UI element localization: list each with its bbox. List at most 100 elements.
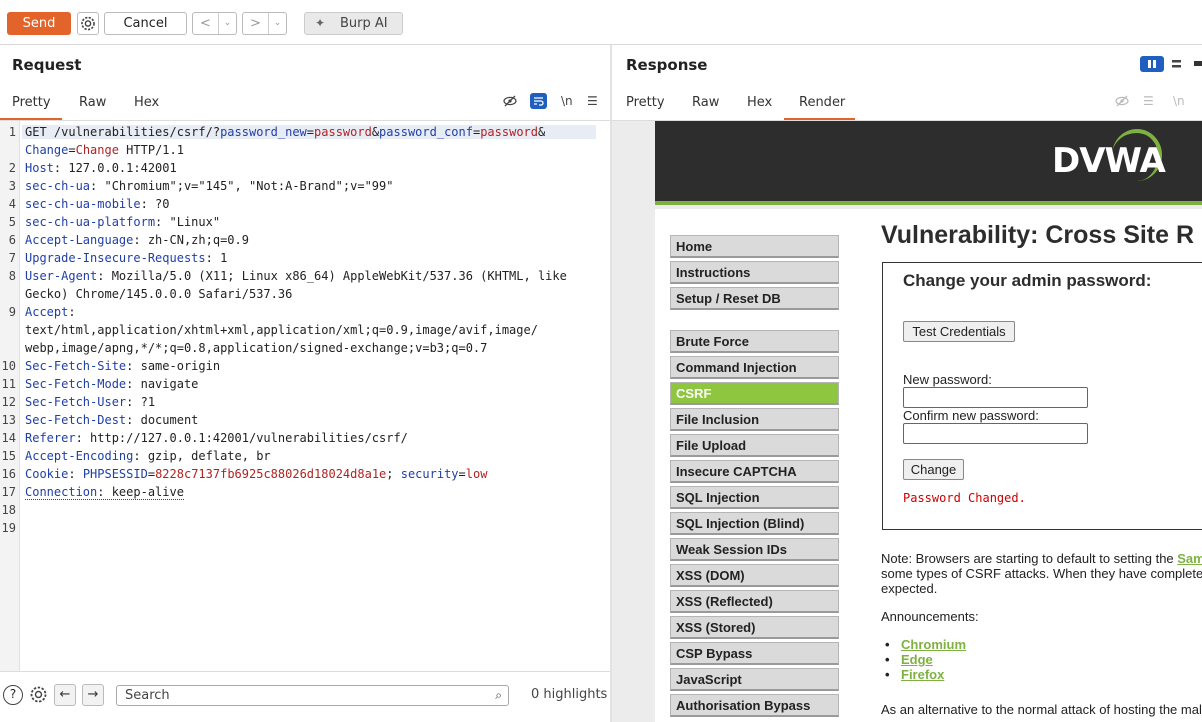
tab-hex-response[interactable]: Hex [747,95,772,110]
link-firefox[interactable]: Firefox [885,667,944,682]
menu-xss-stored[interactable]: XSS (Stored) [670,616,839,639]
menu-command-injection[interactable]: Command Injection [670,356,839,379]
line-number: 4 [8,197,16,211]
line-number: 15 [1,449,16,463]
link-edge[interactable]: Edge [885,652,933,667]
eye-off-icon-disabled [1115,94,1129,111]
request-title: Request [12,56,82,74]
tab-raw-request[interactable]: Raw [79,95,106,110]
menu-javascript[interactable]: JavaScript [670,668,839,691]
line-number: 9 [8,305,16,319]
note-line-3: expected. [881,581,938,596]
link-chromium[interactable]: Chromium [885,637,966,652]
tab-render-response[interactable]: Render [784,95,855,121]
dvwa-logo: DVWA [1052,141,1166,181]
menu-insecure-captcha[interactable]: Insecure CAPTCHA [670,460,839,483]
line-number: 1 [8,125,16,139]
new-password-label: New password: [903,372,992,387]
help-icon[interactable]: ? [3,685,23,705]
send-button[interactable]: Send [7,12,71,35]
split-view-icon[interactable] [1140,56,1164,72]
request-search-bar: ? ← → Search ⌕ 0 highlights [0,671,610,722]
test-credentials-button[interactable]: Test Credentials [903,321,1015,342]
code-line-15: Accept-Encoding: gzip, deflate, br [25,449,271,463]
wrap-icon[interactable] [530,93,547,112]
burp-ai-label: Burp AI [340,16,388,31]
menu-brute-force[interactable]: Brute Force [670,330,839,353]
menu-home[interactable]: Home [670,235,839,258]
code-line-4: sec-ch-ua-mobile: ?0 [25,197,170,211]
response-panel: Response Pretty Raw Hex Render ☰ \n DVWA… [612,45,1202,722]
search-input[interactable]: Search ⌕ [116,685,509,706]
search-settings-gear-icon[interactable] [28,684,49,709]
menu-sql-injection-blind[interactable]: SQL Injection (Blind) [670,512,839,535]
menu-csrf[interactable]: CSRF [670,382,839,405]
code-line-14: Referer: http://127.0.0.1:42001/vulnerab… [25,431,408,445]
line-number-gutter: 1 2 3 4 5 6 7 8 9 10 11 12 13 14 15 16 17 18 19 [0,121,20,671]
samesite-link[interactable]: Sam [1177,551,1202,566]
change-button[interactable]: Change [903,459,964,480]
menu-xss-reflected[interactable]: XSS (Reflected) [670,590,839,613]
tab-raw-response[interactable]: Raw [692,95,719,110]
line-number: 18 [1,503,16,517]
menu-setup-reset-db[interactable]: Setup / Reset DB [670,287,839,310]
newline-icon[interactable]: \n [561,94,573,108]
line-number: 2 [8,161,16,175]
highlights-count: 0 highlights [531,687,608,702]
menu-instructions[interactable]: Instructions [670,261,839,284]
line-number: 14 [1,431,16,445]
page-title: Vulnerability: Cross Site R [881,221,1195,249]
form-heading: Change your admin password: [903,271,1152,290]
line-number: 16 [1,467,16,481]
menu-csp-bypass[interactable]: CSP Bypass [670,642,839,665]
menu-file-inclusion[interactable]: File Inclusion [670,408,839,431]
code-line-1: GET /vulnerabilities/csrf/?password_new=… [22,125,596,139]
line-number: 11 [1,377,16,391]
menu-xss-dom[interactable]: XSS (DOM) [670,564,839,587]
menu-authorisation-bypass[interactable]: Authorisation Bypass [670,694,839,717]
tab-hex-request[interactable]: Hex [134,95,159,110]
rendered-page: DVWA Home Instructions Setup / Reset DB … [612,121,1202,722]
sparkle-icon: ✦ [315,16,326,30]
response-title: Response [626,56,708,74]
line-number: 6 [8,233,16,247]
confirm-password-label: Confirm new password: [903,408,1039,423]
search-placeholder: Search [125,688,170,703]
newline-icon-disabled: \n [1173,94,1185,108]
menu-weak-session-ids[interactable]: Weak Session IDs [670,538,839,561]
dvwa-header: DVWA [655,121,1202,205]
request-editor[interactable]: 1 2 3 4 5 6 7 8 9 10 11 12 13 14 15 16 17 18 19 GET /vulne… [0,121,610,671]
burp-ai-button[interactable]: ✦ Burp AI [304,12,403,35]
code-line-10: Sec-Fetch-Site: same-origin [25,359,221,373]
menu-sql-injection[interactable]: SQL Injection [670,486,839,509]
tab-pretty-request[interactable]: Pretty [0,95,62,121]
code-line-9: Accept: [25,305,76,319]
wrap-icon-disabled: ☰ [1143,94,1154,108]
code-line-1-cont: Change=Change HTTP/1.1 [25,143,184,157]
forward-button[interactable]: > [243,13,269,34]
cancel-button[interactable]: Cancel [104,12,187,35]
stacked-view-icon[interactable] [1168,56,1192,72]
back-history-chevron-icon[interactable]: ⌄ [219,13,236,34]
forward-history-chevron-icon[interactable]: ⌄ [269,13,286,34]
eye-off-icon[interactable] [503,94,517,111]
line-number: 19 [1,521,16,535]
note-line-1: Note: Browsers are starting to default t… [881,551,1202,566]
menu-icon[interactable]: ☰ [587,94,598,108]
back-button[interactable]: < [193,13,219,34]
tab-pretty-response[interactable]: Pretty [626,95,665,110]
single-view-icon[interactable] [1190,56,1202,72]
next-match-arrow-icon[interactable]: → [82,684,104,706]
code-line-8-cont: Gecko) Chrome/145.0.0.0 Safari/537.36 [25,287,293,301]
search-icon: ⌕ [495,688,502,702]
code-line-6: Accept-Language: zh-CN,zh;q=0.9 [25,233,249,247]
toolbar: Send Cancel < ⌄ > ⌄ ✦ Burp AI [0,0,1202,45]
settings-gear-icon[interactable] [77,12,99,35]
prev-match-arrow-icon[interactable]: ← [54,684,76,706]
confirm-password-field[interactable] [903,423,1088,444]
menu-file-upload[interactable]: File Upload [670,434,839,457]
line-number: 12 [1,395,16,409]
new-password-field[interactable] [903,387,1088,408]
code-line-16: Cookie: PHPSESSID=8228c7137fb6925c88026d… [25,467,488,481]
dvwa-body: Home Instructions Setup / Reset DB Brute… [655,209,1202,722]
